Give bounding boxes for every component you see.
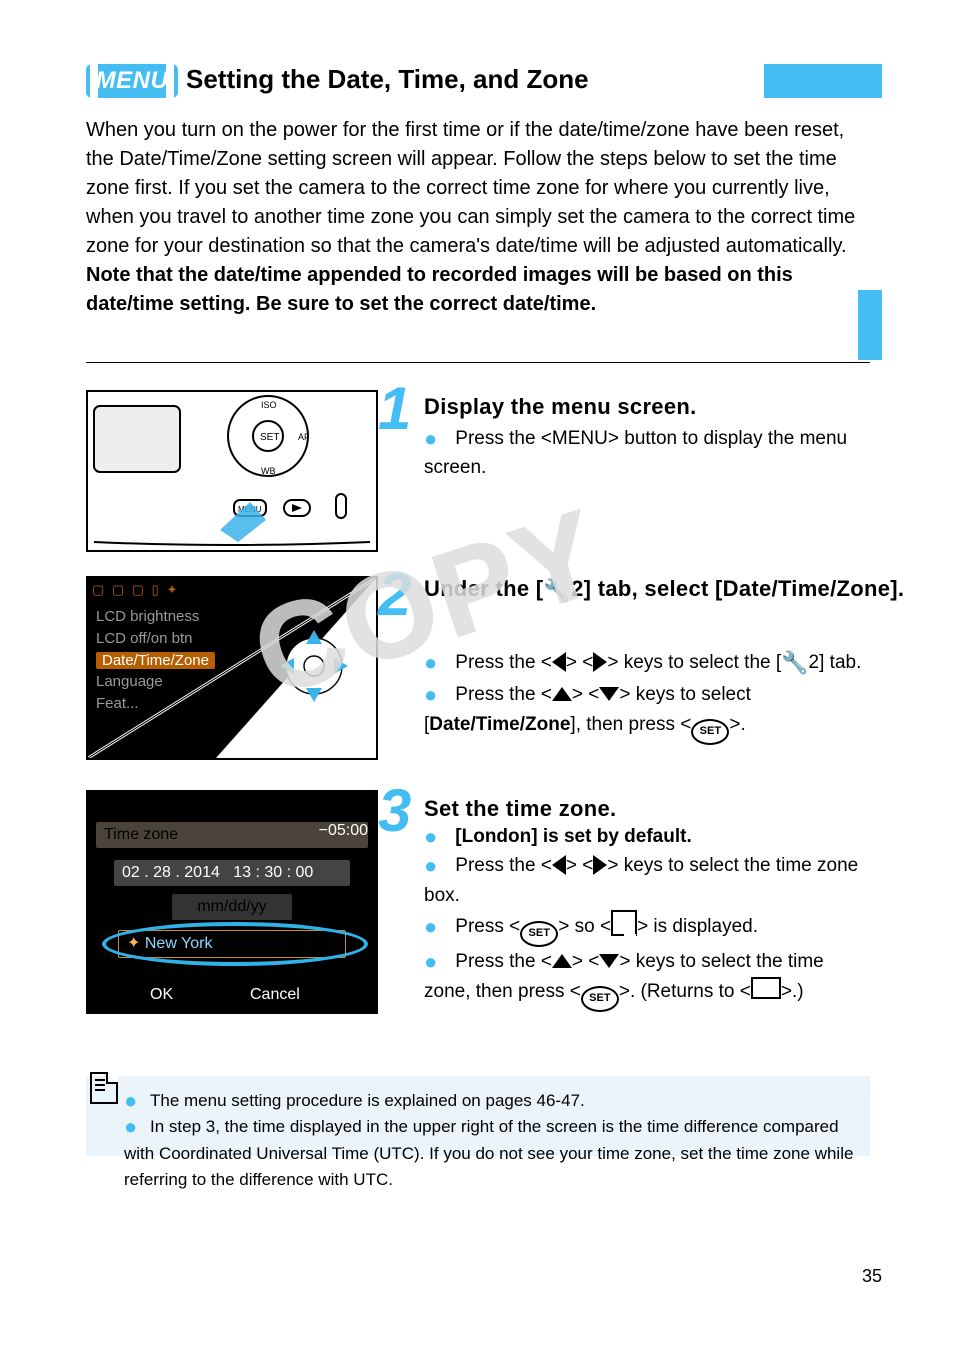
step1-heading: Display the menu screen. — [424, 394, 697, 420]
step2-heading: Under the [🔧2] tab, select [Date/Time/Zo… — [424, 576, 904, 604]
figure-menu-select: ▢ ▢ ▢ ▯ ✦ LCD brightness LCD off/on btn … — [86, 576, 378, 760]
rect-icon — [751, 977, 781, 999]
svg-text:AF: AF — [298, 432, 310, 442]
step-number-1: 1 — [378, 374, 411, 443]
step-number-2: 2 — [378, 560, 411, 629]
set-icon: SET — [520, 921, 558, 947]
fig3-title: Date/Time/Zone — [96, 798, 210, 816]
section-divider — [86, 362, 870, 363]
page-number: 35 — [862, 1266, 882, 1287]
svg-text:ISO: ISO — [261, 400, 277, 410]
fig3-cancel-button[interactable]: Cancel — [250, 986, 300, 1004]
intro-paragraph: When you turn on the power for the first… — [86, 116, 866, 319]
right-arrow-icon — [593, 652, 607, 672]
camera-back-lineart: SET ISO WB AF MENU — [88, 392, 376, 550]
step2-body: ● Press the <> <> keys to select the [🔧2… — [424, 646, 870, 745]
up-arrow-icon — [552, 687, 572, 701]
right-arrow-icon — [593, 855, 607, 875]
left-arrow-icon — [552, 855, 566, 875]
menu-badge-text: MENU — [96, 67, 169, 95]
figure-camera-back: SET ISO WB AF MENU — [86, 390, 378, 552]
step1-body: ● Press the <MENU> button to display the… — [424, 424, 870, 483]
down-arrow-icon — [599, 954, 619, 968]
wrench-icon: 🔧 — [543, 578, 571, 604]
svg-text:SET: SET — [260, 432, 279, 443]
edit-frame-icon — [611, 910, 637, 936]
note-icon — [90, 1072, 118, 1104]
callout-ellipse — [102, 922, 368, 966]
menu-badge: MENU — [86, 64, 178, 98]
step3-body: ● [London] is set by default. ● Press th… — [424, 822, 870, 1012]
step-number-3: 3 — [378, 776, 411, 845]
left-arrow-icon — [552, 652, 566, 672]
set-icon: SET — [581, 986, 619, 1012]
wrench-icon: 🔧 — [781, 646, 808, 680]
down-arrow-icon — [599, 687, 619, 701]
up-arrow-icon — [552, 954, 572, 968]
page-title: Setting the Date, Time, and Zone — [186, 64, 589, 95]
set-icon: SET — [691, 719, 729, 745]
notes-text: ●The menu setting procedure is explained… — [124, 1088, 864, 1193]
fig3-timezone-value: −05:00 — [319, 822, 368, 840]
step3-heading: Set the time zone. — [424, 796, 616, 822]
fig3-date-format: mm/dd/yy — [172, 894, 292, 920]
figure-date-time-zone: Date/Time/Zone Time zone −05:00 02 . 28 … — [86, 790, 378, 1014]
fig3-ok-button[interactable]: OK — [150, 986, 173, 1004]
header-accent-bar — [764, 64, 882, 98]
svg-text:WB: WB — [261, 466, 276, 476]
fig3-datetime: 02 . 28 . 2014 13 : 30 : 00 — [114, 860, 350, 886]
